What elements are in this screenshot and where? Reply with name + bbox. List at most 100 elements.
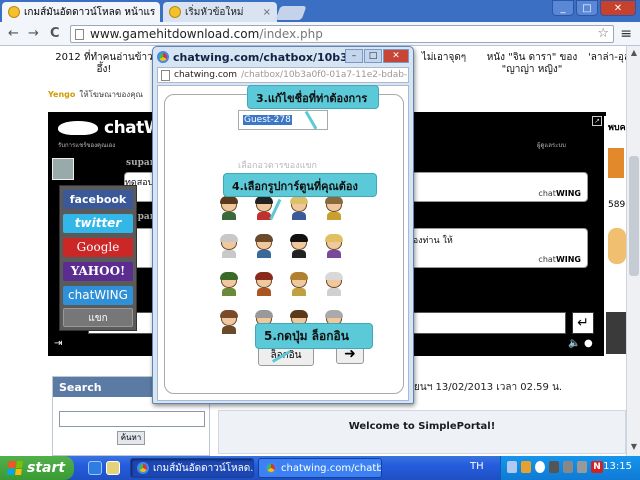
taskbar-item-chatwing[interactable]: chatwing.com/chatbo... xyxy=(258,458,382,478)
popup-url-rest: /chatbox/10b3a0f0-01a7-11e2-bdab-75f5b0b… xyxy=(241,70,408,80)
callout-step3: 3.แก้ไขชื่อที่ท่าต้องการ xyxy=(248,86,378,108)
new-tab-button[interactable] xyxy=(275,6,307,20)
tab-new-topic-label: เริ่มหัวข้อใหม่ xyxy=(185,6,244,18)
avatar-option[interactable] xyxy=(218,272,240,296)
popup-minimize-button[interactable]: – xyxy=(345,49,363,63)
avatar-hair xyxy=(290,196,308,204)
page-icon xyxy=(75,28,84,40)
address-bar[interactable]: www.gamehitdownload.com/index.php ☆ xyxy=(70,25,614,43)
popout-icon[interactable]: ↗ xyxy=(592,116,602,126)
facebook-login-button[interactable]: facebook xyxy=(63,190,133,209)
volume-icon[interactable]: 🔈 xyxy=(568,338,580,349)
taskbar-item-gamehit[interactable]: เกมส์มันอัดดาวน์โหลด... xyxy=(130,458,254,478)
site-favicon-icon xyxy=(169,6,181,18)
scroll-down-icon[interactable]: ▼ xyxy=(628,442,640,454)
page-scrollbar[interactable]: ▲ ▼ xyxy=(626,46,640,456)
tab-close-icon[interactable]: × xyxy=(159,7,160,18)
twitter-login-button[interactable]: twitter xyxy=(63,214,133,233)
yahoo-login-button[interactable]: YAHOO! xyxy=(63,262,133,281)
start-button[interactable]: start xyxy=(0,456,74,480)
language-indicator[interactable]: TH xyxy=(470,461,484,472)
google-login-button[interactable]: Google xyxy=(63,238,133,257)
popup-url-main: chatwing.com xyxy=(174,70,238,80)
maximize-button[interactable]: □ xyxy=(576,0,598,16)
news-link-2[interactable]: ไม่เอาจุดๆ xyxy=(414,52,474,64)
popup-title: chatwing.com/chatbox/10b3a... xyxy=(173,50,368,64)
minimize-button[interactable]: _ xyxy=(552,0,574,16)
search-input[interactable] xyxy=(59,411,205,427)
avatar-hair xyxy=(325,272,343,280)
windows-taskbar: start เกมส์มันอัดดาวน์โหลด... chatwing.c… xyxy=(0,456,640,480)
avatar-option[interactable] xyxy=(323,234,345,258)
avatar xyxy=(52,158,74,180)
speaker-icon[interactable] xyxy=(563,461,573,473)
news-link-1[interactable]: 2012 ที่ทำคนอ่านข้าว อึ้ง! xyxy=(52,52,156,76)
message-signature: chatWING xyxy=(538,189,581,198)
browser-tab-strip: เกมส์มันอัดดาวน์โหลด หน้าแร × เริ่มหัวข้… xyxy=(0,0,640,22)
yengo-ad-bar[interactable]: Yengo ให้โฆษณาของคุณ xyxy=(48,88,143,101)
avatar-option[interactable] xyxy=(323,196,345,220)
choose-avatar-label: เลือกอวตารของแขก xyxy=(238,161,317,171)
tab-close-icon[interactable]: × xyxy=(263,7,271,18)
tab-new-topic[interactable]: เริ่มหัวข้อใหม่ × xyxy=(163,2,277,22)
avatar-hair xyxy=(220,272,238,280)
logout-icon[interactable]: ⇥ xyxy=(54,338,62,349)
avatar-body xyxy=(292,250,306,258)
settings-icon[interactable]: ● xyxy=(584,338,593,349)
tray-app-icon[interactable] xyxy=(535,461,545,473)
ad-video-box[interactable] xyxy=(606,312,626,354)
ie-quicklaunch-icon[interactable] xyxy=(88,461,102,475)
ad-image[interactable] xyxy=(608,148,624,178)
avatar-option[interactable] xyxy=(218,196,240,220)
back-arrow-icon[interactable]: ← xyxy=(8,26,19,41)
chatwing-subtitle[interactable]: รับการแชร์ของคุณเอง xyxy=(58,140,115,150)
browser-menu-icon[interactable]: ≡ xyxy=(620,26,632,42)
news-link-3[interactable]: หนัง "จิน ดารา" ของ "ญาญ่า หญิง" xyxy=(480,52,584,76)
guest-login-button[interactable]: แขก xyxy=(63,308,133,327)
tray-app-icon[interactable] xyxy=(521,461,531,473)
tray-app-icon[interactable] xyxy=(577,461,587,473)
bookmark-star-icon[interactable]: ☆ xyxy=(597,26,609,41)
browser-window-controls: _ □ ✕ xyxy=(552,0,636,16)
tab-gamehit[interactable]: เกมส์มันอัดดาวน์โหลด หน้าแร × xyxy=(2,2,160,22)
url-domain: www.gamehitdownload.com xyxy=(90,27,260,41)
login-button[interactable]: ล็อกอิน xyxy=(258,346,314,366)
avatar-option[interactable] xyxy=(288,272,310,296)
avatar-option[interactable] xyxy=(253,234,275,258)
chatwing-login-button[interactable]: chatWING xyxy=(63,286,133,305)
page-icon xyxy=(161,69,170,81)
scroll-thumb[interactable] xyxy=(629,156,639,276)
scroll-up-icon[interactable]: ▲ xyxy=(628,48,640,60)
explorer-quicklaunch-icon[interactable] xyxy=(106,461,120,475)
tray-app-icon[interactable] xyxy=(549,461,559,473)
search-button[interactable]: ค้นหา xyxy=(117,431,145,445)
chatwing-admin-link[interactable]: ผู้ดูแลระบบ xyxy=(537,140,566,150)
message-signature: chatWING xyxy=(538,255,581,264)
avatar-body xyxy=(327,250,341,258)
current-date: ยนฯ 13/02/2013 เวลา 02.59 น. xyxy=(414,382,563,393)
tray-n-icon[interactable]: N xyxy=(591,461,603,473)
avatar-body xyxy=(222,288,236,296)
site-favicon-icon xyxy=(8,6,20,18)
popup-maximize-button[interactable]: □ xyxy=(364,49,382,63)
forward-arrow-icon[interactable]: → xyxy=(28,26,39,41)
yengo-text: ให้โฆษณาของคุณ xyxy=(79,90,143,99)
ad-cartoon[interactable] xyxy=(608,228,626,264)
send-icon[interactable]: ↵ xyxy=(572,312,594,334)
network-icon[interactable] xyxy=(507,461,517,473)
close-window-button[interactable]: ✕ xyxy=(600,0,636,16)
avatar-option[interactable] xyxy=(253,272,275,296)
avatar-body xyxy=(257,250,271,258)
avatar-option[interactable] xyxy=(323,272,345,296)
popup-close-button[interactable]: ✕ xyxy=(383,49,409,63)
avatar-option[interactable] xyxy=(288,196,310,220)
reload-icon[interactable]: C xyxy=(50,26,60,41)
avatar-option[interactable] xyxy=(218,234,240,258)
popup-address-bar[interactable]: chatwing.com/chatbox/10b3a0f0-01a7-11e2-… xyxy=(157,67,409,83)
news-link-4[interactable]: 'ลาล่า-อุลู xyxy=(588,52,626,64)
mustache-icon xyxy=(58,121,98,135)
avatar-option[interactable] xyxy=(288,234,310,258)
avatar-body xyxy=(327,212,341,220)
avatar-option[interactable] xyxy=(218,310,240,334)
chrome-icon xyxy=(265,462,277,474)
